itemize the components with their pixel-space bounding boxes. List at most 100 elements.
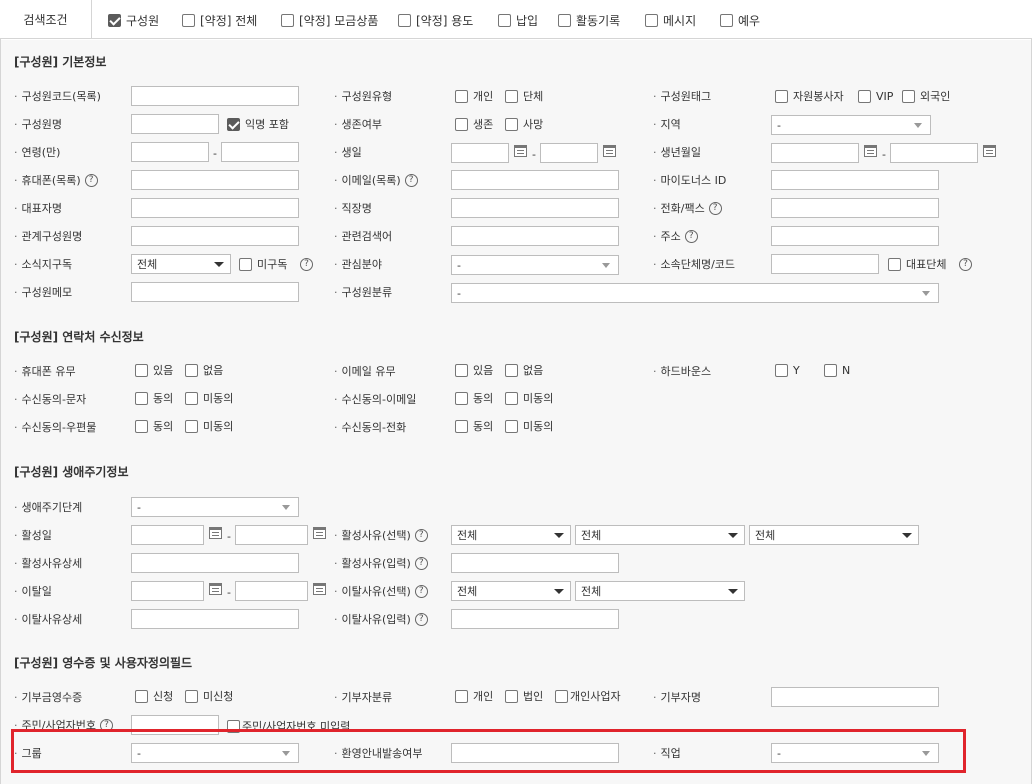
donor-individual[interactable]: 개인	[455, 686, 493, 706]
hard-bounce-yes[interactable]: Y	[775, 360, 800, 380]
checkbox[interactable]	[398, 14, 411, 27]
checkbox[interactable]	[720, 14, 733, 27]
mobile-input[interactable]	[131, 170, 299, 190]
unsubscribed-checkbox[interactable]: 미구독	[239, 254, 287, 274]
rep-org-checkbox[interactable]: 대표단체	[888, 254, 946, 274]
calendar-icon[interactable]	[983, 145, 996, 157]
hard-bounce-no[interactable]: N	[824, 360, 850, 380]
filter-pledge-product[interactable]: [약정] 모금상품	[281, 12, 378, 29]
category-select[interactable]: -	[451, 283, 939, 303]
tag-foreigner[interactable]: 외국인	[902, 86, 950, 106]
calendar-icon[interactable]	[313, 583, 326, 595]
address-input[interactable]	[771, 226, 939, 246]
birthday-to-input[interactable]	[540, 143, 598, 163]
filter-payment[interactable]: 납입	[498, 12, 538, 29]
help-icon[interactable]: ?	[684, 229, 698, 243]
filter-member[interactable]: 구성원	[108, 12, 159, 29]
checkbox[interactable]	[558, 14, 571, 27]
help-icon[interactable]: ?	[300, 254, 313, 274]
donor-individual-biz[interactable]: 개인사업자	[555, 686, 621, 706]
leave-reason-detail-input[interactable]	[131, 609, 299, 629]
consent-sms-disagree[interactable]: 미동의	[185, 388, 233, 408]
active-reason-select-2[interactable]: 전체	[575, 525, 745, 545]
consent-phone-agree[interactable]: 동의	[455, 416, 493, 436]
calendar-icon[interactable]	[514, 145, 527, 157]
member-type-individual[interactable]: 개인	[455, 86, 493, 106]
help-icon[interactable]: ?	[708, 201, 722, 215]
receipt-not-applied[interactable]: 미신청	[185, 686, 233, 706]
region-select[interactable]: -	[771, 115, 931, 135]
calendar-icon[interactable]	[209, 527, 222, 539]
member-type-group[interactable]: 단체	[505, 86, 543, 106]
leave-reason-select-1[interactable]: 전체	[451, 581, 571, 601]
calendar-icon[interactable]	[313, 527, 326, 539]
leave-date-to-input[interactable]	[235, 581, 308, 601]
filter-activity[interactable]: 활동기록	[558, 12, 620, 29]
help-icon[interactable]: ?	[404, 173, 418, 187]
newsletter-select[interactable]: 전체	[131, 254, 231, 274]
active-date-from-input[interactable]	[131, 525, 204, 545]
alive-no[interactable]: 사망	[505, 114, 543, 134]
donor-name-input[interactable]	[771, 687, 939, 707]
checkbox[interactable]	[281, 14, 294, 27]
checkbox[interactable]	[498, 14, 511, 27]
filter-honor[interactable]: 예우	[720, 12, 760, 29]
age-from-input[interactable]	[131, 142, 209, 162]
birthdate-to-input[interactable]	[890, 143, 978, 163]
consent-phone-disagree[interactable]: 미동의	[505, 416, 553, 436]
stage-select[interactable]: -	[131, 497, 299, 517]
age-to-input[interactable]	[221, 142, 299, 162]
help-icon[interactable]: ?	[414, 556, 428, 570]
consent-email-agree[interactable]: 동의	[455, 388, 493, 408]
leave-reason-select-2[interactable]: 전체	[575, 581, 745, 601]
interest-select[interactable]: -	[451, 255, 619, 275]
tag-volunteer[interactable]: 자원봉사자	[775, 86, 844, 106]
consent-email-disagree[interactable]: 미동의	[505, 388, 553, 408]
member-code-input[interactable]	[131, 86, 299, 106]
help-icon[interactable]: ?	[414, 528, 428, 542]
related-keyword-input[interactable]	[451, 226, 619, 246]
consent-mail-agree[interactable]: 동의	[135, 416, 173, 436]
receipt-applied[interactable]: 신청	[135, 686, 173, 706]
rep-name-input[interactable]	[131, 198, 299, 218]
calendar-icon[interactable]	[864, 145, 877, 157]
mind-id-input[interactable]	[771, 170, 939, 190]
email-none[interactable]: 없음	[505, 360, 543, 380]
filter-pledge-all[interactable]: [약정] 전체	[182, 12, 257, 29]
calendar-icon[interactable]	[603, 145, 616, 157]
active-reason-input[interactable]	[451, 553, 619, 573]
active-reason-select-3[interactable]: 전체	[749, 525, 919, 545]
filter-message[interactable]: 메시지	[645, 12, 696, 29]
leave-date-from-input[interactable]	[131, 581, 204, 601]
birthdate-from-input[interactable]	[771, 143, 859, 163]
birthday-from-input[interactable]	[451, 143, 509, 163]
mobile-none[interactable]: 없음	[185, 360, 223, 380]
active-reason-select-1[interactable]: 전체	[451, 525, 571, 545]
anonymous-include[interactable]: 익명 포함	[227, 114, 289, 134]
mobile-has[interactable]: 있음	[135, 360, 173, 380]
active-date-to-input[interactable]	[235, 525, 308, 545]
checkbox[interactable]	[645, 14, 658, 27]
checkbox[interactable]	[182, 14, 195, 27]
alive-yes[interactable]: 생존	[455, 114, 493, 134]
leave-reason-input[interactable]	[451, 609, 619, 629]
calendar-icon[interactable]	[209, 583, 222, 595]
donor-corporate[interactable]: 법인	[505, 686, 543, 706]
email-input[interactable]	[451, 170, 619, 190]
relation-input[interactable]	[131, 226, 299, 246]
tag-vip[interactable]: VIP	[858, 86, 893, 106]
email-has[interactable]: 있음	[455, 360, 493, 380]
help-icon[interactable]: ?	[959, 254, 972, 274]
checkbox[interactable]	[108, 14, 121, 27]
phone-fax-input[interactable]	[771, 198, 939, 218]
org-code-input[interactable]	[771, 254, 879, 274]
member-name-input[interactable]	[131, 114, 219, 134]
active-reason-detail-input[interactable]	[131, 553, 299, 573]
filter-pledge-purpose[interactable]: [약정] 용도	[398, 12, 473, 29]
help-icon[interactable]: ?	[414, 612, 428, 626]
consent-mail-disagree[interactable]: 미동의	[185, 416, 233, 436]
memo-input[interactable]	[131, 282, 299, 302]
consent-sms-agree[interactable]: 동의	[135, 388, 173, 408]
help-icon[interactable]: ?	[84, 173, 98, 187]
help-icon[interactable]: ?	[414, 584, 428, 598]
